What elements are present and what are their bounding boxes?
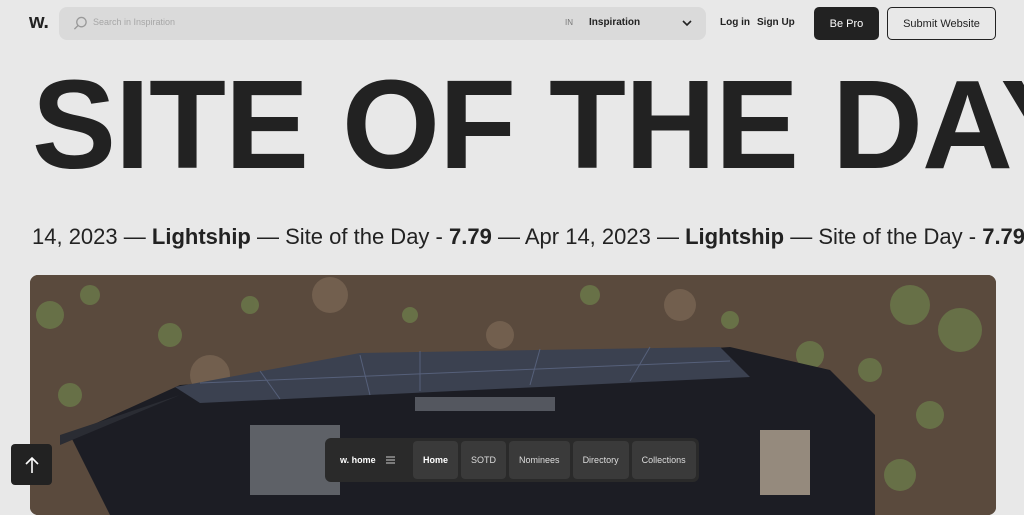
search-icon (73, 16, 87, 30)
tab-sotd[interactable]: SOTD (461, 441, 507, 479)
be-pro-button[interactable]: Be Pro (814, 7, 879, 40)
back-to-top-button[interactable] (11, 444, 52, 485)
ticker-date: Apr 14, 2023 (524, 224, 651, 249)
award-ticker: 14, 2023 — Lightship — Site of the Day -… (0, 224, 1024, 258)
ticker-separator: — (656, 224, 679, 249)
ticker-award: Site of the Day (285, 224, 430, 249)
ticker-text: 14, 2023 — Lightship — Site of the Day -… (32, 224, 1024, 249)
menu-icon[interactable] (386, 456, 395, 464)
search-scope-prefix: IN (565, 18, 573, 27)
ticker-separator: — (257, 224, 279, 249)
ticker-date: 14, 2023 (32, 224, 118, 249)
arrow-up-icon (24, 456, 39, 473)
tab-collections[interactable]: Collections (631, 441, 696, 479)
signup-link[interactable]: Sign Up (757, 17, 795, 28)
search-input[interactable]: Search in Inspiration (93, 17, 175, 27)
nav-tabs: Home SOTD Nominees Directory Collections (413, 441, 696, 479)
nav-brand[interactable]: w. home (340, 455, 376, 465)
submit-website-button[interactable]: Submit Website (887, 7, 996, 40)
site-logo[interactable]: w. (29, 11, 49, 34)
bottom-nav: w. home Home SOTD Nominees Directory Col… (325, 438, 699, 482)
ticker-score: 7.79 (449, 224, 492, 249)
search-scope-select[interactable]: Inspiration (589, 17, 640, 28)
tab-nominees[interactable]: Nominees (509, 441, 570, 479)
tab-directory[interactable]: Directory (572, 441, 629, 479)
ticker-separator: — (790, 224, 813, 249)
ticker-site-name[interactable]: Lightship (685, 224, 784, 249)
login-link[interactable]: Log in (720, 17, 750, 28)
tab-home[interactable]: Home (413, 441, 459, 479)
ticker-separator: — (497, 224, 520, 249)
ticker-score: 7.79 (982, 224, 1024, 249)
search-bar[interactable]: Search in Inspiration IN Inspiration (59, 7, 706, 40)
page-title: SITE OF THE DAY (32, 54, 1024, 195)
ticker-award: Site of the Day (818, 224, 963, 249)
ticker-separator: — (123, 224, 146, 249)
chevron-down-icon[interactable] (681, 17, 693, 29)
ticker-site-name[interactable]: Lightship (152, 224, 251, 249)
